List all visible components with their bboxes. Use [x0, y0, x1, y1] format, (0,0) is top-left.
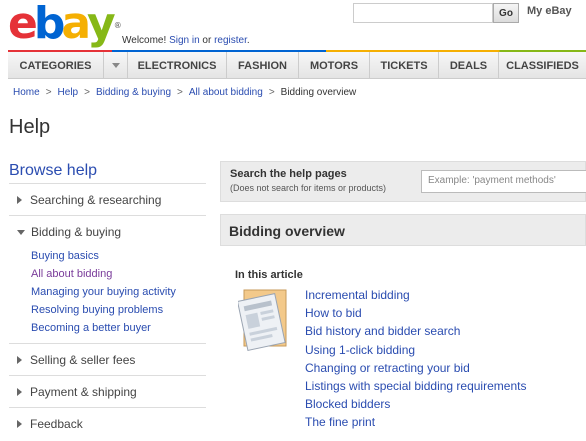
article-link-how-to-bid[interactable]: How to bid [305, 304, 526, 322]
article-link-bid-history[interactable]: Bid history and bidder search [305, 322, 526, 340]
in-article-heading: In this article [235, 269, 303, 281]
triangle-right-icon [17, 356, 22, 364]
search-help-title: Search the help pages [230, 168, 347, 180]
overview-header: Bidding overview [220, 214, 586, 246]
article-link-incremental[interactable]: Incremental bidding [305, 286, 526, 304]
logo-letter-a: a [61, 0, 91, 49]
ebay-logo[interactable]: ebay ® [8, 0, 122, 49]
sidebar-section-label: Searching & researching [30, 193, 162, 207]
breadcrumb-help[interactable]: Help [58, 87, 79, 98]
sidebar-section-payment[interactable]: Payment & shipping [9, 375, 206, 407]
help-sidebar: Searching & researching Bidding & buying… [9, 183, 206, 439]
breadcrumb-separator: > [177, 87, 183, 98]
my-ebay-link[interactable]: My eBay [527, 5, 572, 17]
nav-categories[interactable]: CATEGORIES [8, 52, 104, 79]
welcome-or: or [199, 35, 215, 46]
bidding-sublist: Buying basics All about bidding Managing… [9, 247, 206, 343]
article-link-special-requirements[interactable]: Listings with special bidding requiremen… [305, 377, 526, 395]
sidebar-section-selling[interactable]: Selling & seller fees [9, 343, 206, 375]
breadcrumb-separator: > [84, 87, 90, 98]
search-help-note: (Does not search for items or products) [230, 183, 387, 193]
sidebar-section-label: Selling & seller fees [30, 353, 136, 367]
welcome-prefix: Welcome! [122, 35, 170, 46]
sidebar-section-searching[interactable]: Searching & researching [9, 183, 206, 215]
article-link-1-click[interactable]: Using 1-click bidding [305, 341, 526, 359]
article-link-retracting[interactable]: Changing or retracting your bid [305, 359, 526, 377]
sidebar-item-buying-basics[interactable]: Buying basics [31, 247, 206, 265]
sidebar-section-label: Payment & shipping [30, 385, 137, 399]
nav-fashion[interactable]: FASHION [227, 52, 299, 79]
overview-title: Bidding overview [229, 223, 345, 239]
breadcrumb-bidding-buying[interactable]: Bidding & buying [96, 87, 171, 98]
page-title: Help [9, 116, 51, 138]
main-nav: CATEGORIES ELECTRONICS FASHION MOTORS TI… [8, 52, 586, 79]
breadcrumb-separator: > [45, 87, 52, 98]
sidebar-item-resolving-problems[interactable]: Resolving buying problems [31, 301, 206, 319]
sidebar-section-label: Bidding & buying [31, 225, 122, 239]
sidebar-section-feedback[interactable]: Feedback [9, 407, 206, 439]
search-help-panel: Search the help pages (Does not search f… [220, 161, 586, 202]
sidebar-item-all-about-bidding[interactable]: All about bidding [31, 265, 206, 283]
logo-letter-e: e [8, 0, 38, 49]
sidebar-item-better-buyer[interactable]: Becoming a better buyer [31, 319, 206, 337]
logo-letter-b: b [33, 0, 65, 49]
nav-deals[interactable]: DEALS [439, 52, 499, 79]
categories-dropdown[interactable] [104, 52, 128, 79]
chevron-down-icon [111, 63, 120, 68]
help-search-input[interactable]: Example: 'payment methods' [421, 170, 586, 193]
triangle-right-icon [17, 420, 22, 428]
search-input[interactable] [353, 3, 493, 23]
article-links: Incremental bidding How to bid Bid histo… [305, 286, 526, 432]
triangle-right-icon [17, 196, 22, 204]
nav-tickets[interactable]: TICKETS [370, 52, 439, 79]
sidebar-item-managing-buying[interactable]: Managing your buying activity [31, 283, 206, 301]
breadcrumb-current: Bidding overview [280, 87, 357, 98]
article-link-blocked-bidders[interactable]: Blocked bidders [305, 395, 526, 413]
triangle-down-icon [17, 229, 25, 235]
sign-in-link[interactable]: Sign in [169, 35, 200, 46]
breadcrumb-separator: > [268, 87, 275, 98]
nav-electronics[interactable]: ELECTRONICS [128, 52, 227, 79]
sidebar-section-bidding[interactable]: Bidding & buying [9, 215, 206, 247]
welcome-message: Welcome! Sign in or register. [122, 35, 250, 46]
nav-classifieds[interactable]: CLASSIFIEDS [499, 52, 586, 79]
registered-mark: ® [113, 21, 122, 30]
article-link-fine-print[interactable]: The fine print [305, 413, 526, 431]
breadcrumb-all-about-bidding[interactable]: All about bidding [189, 87, 263, 98]
breadcrumb-home[interactable]: Home [13, 87, 40, 98]
welcome-period: . [246, 35, 250, 46]
go-button[interactable]: Go [493, 3, 519, 23]
triangle-right-icon [17, 388, 22, 396]
sidebar-section-label: Feedback [30, 417, 83, 431]
browse-help-heading: Browse help [9, 162, 98, 179]
document-icon [238, 289, 287, 352]
nav-motors[interactable]: MOTORS [299, 52, 370, 79]
breadcrumb: Home > Help > Bidding & buying > All about bid… [13, 87, 356, 98]
register-link[interactable]: register [214, 35, 247, 46]
logo-letter-y: y [87, 0, 116, 49]
